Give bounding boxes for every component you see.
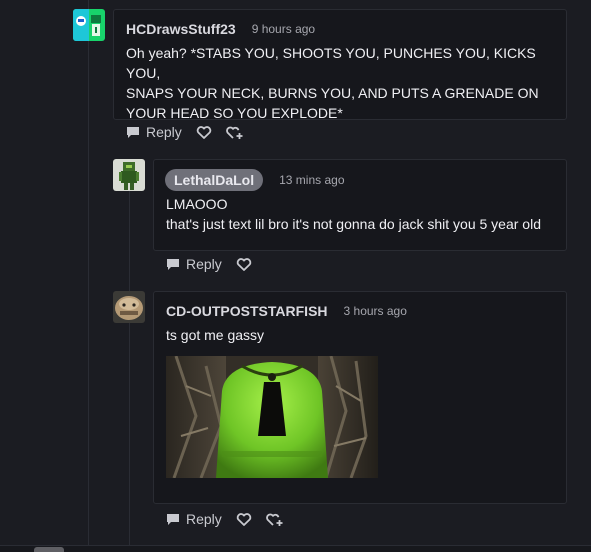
- comment-card: LethalDaLol 13 mins ago LMAOOO that's ju…: [153, 159, 567, 251]
- avatar-image: [73, 9, 105, 41]
- comment-thread: HCDrawsStuff23 9 hours ago Oh yeah? *STA…: [0, 0, 591, 552]
- comment-author-highlighted[interactable]: LethalDaLol: [165, 169, 264, 191]
- thread-line: [88, 0, 89, 552]
- reply-button[interactable]: Reply: [126, 124, 182, 140]
- avatar-image: [113, 291, 145, 323]
- speech-bubble-icon: [127, 126, 139, 138]
- heart-icon[interactable]: [236, 257, 252, 272]
- avatar[interactable]: [113, 291, 145, 323]
- comment-timestamp[interactable]: 9 hours ago: [252, 22, 315, 36]
- comment-actions: Reply: [166, 511, 284, 527]
- avatar[interactable]: [73, 9, 105, 41]
- avatar[interactable]: [113, 159, 145, 191]
- cut-off-avatar: [34, 547, 64, 552]
- comment-line: YOUR HEAD SO YOU EXPLODE*: [126, 105, 343, 121]
- gif-image: [166, 356, 378, 478]
- comment-line: ts got me gassy: [166, 327, 265, 343]
- comment-author[interactable]: CD-OUTPOSTSTARFISH: [166, 303, 328, 319]
- reply-label: Reply: [146, 124, 182, 140]
- comment-author[interactable]: HCDrawsStuff23: [126, 21, 236, 37]
- comment-line: Oh yeah? *STABS YOU, SHOOTS YOU, PUNCHES…: [126, 45, 536, 81]
- comment-body: Oh yeah? *STABS YOU, SHOOTS YOU, PUNCHES…: [126, 43, 566, 123]
- avatar-image: [113, 159, 145, 191]
- speech-bubble-icon: [167, 513, 179, 525]
- next-comment-edge: [0, 545, 591, 552]
- comment-line: SNAPS YOUR NECK, BURNS YOU, AND PUTS A G…: [126, 85, 539, 101]
- speech-bubble-icon: [167, 258, 179, 270]
- comment-card: CD-OUTPOSTSTARFISH 3 hours ago ts got me…: [153, 291, 567, 504]
- thread-line-nested: [129, 190, 130, 552]
- comment-timestamp[interactable]: 3 hours ago: [344, 304, 407, 318]
- comment-actions: Reply: [126, 124, 244, 140]
- comment-timestamp[interactable]: 13 mins ago: [279, 173, 344, 187]
- comment-line: that's just text lil bro it's not gonna …: [166, 216, 541, 232]
- heart-icon[interactable]: [196, 125, 212, 140]
- comment-body: LMAOOO that's just text lil bro it's not…: [166, 194, 541, 234]
- reply-label: Reply: [186, 256, 222, 272]
- heart-plus-icon[interactable]: [225, 125, 244, 140]
- comment-actions: Reply: [166, 256, 252, 272]
- reply-button[interactable]: Reply: [166, 256, 222, 272]
- comment-card: HCDrawsStuff23 9 hours ago Oh yeah? *STA…: [113, 9, 567, 123]
- reply-button[interactable]: Reply: [166, 511, 222, 527]
- comment-line: LMAOOO: [166, 196, 228, 212]
- reply-label: Reply: [186, 511, 222, 527]
- comment-body: ts got me gassy: [166, 325, 264, 345]
- heart-plus-icon[interactable]: [265, 512, 284, 527]
- heart-icon[interactable]: [236, 512, 252, 527]
- comment-gif[interactable]: [166, 356, 378, 478]
